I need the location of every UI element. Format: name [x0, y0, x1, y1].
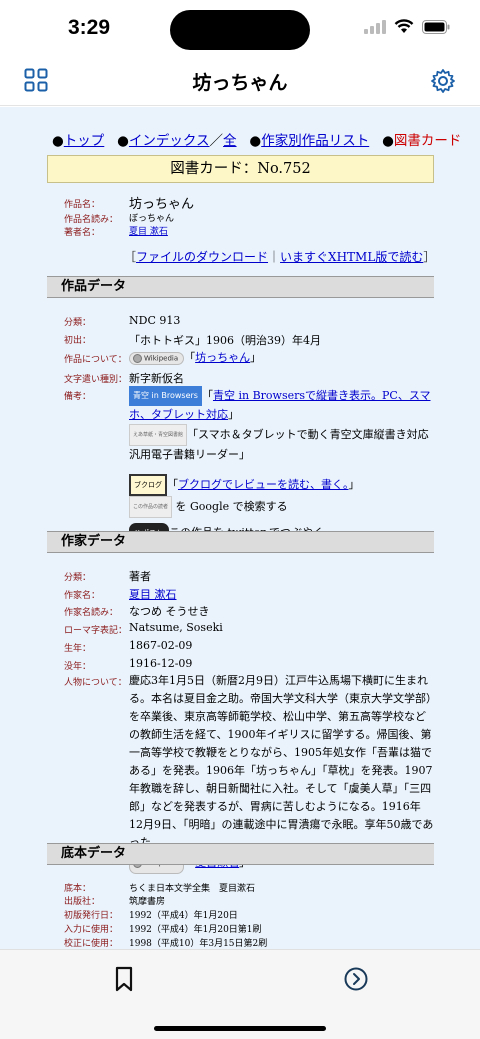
section-author-data: 作家データ — [47, 531, 434, 553]
author-died: 1916-12-09 — [129, 657, 193, 670]
forward-circle-icon — [344, 967, 368, 991]
current-page: 図書カード — [393, 133, 462, 149]
work-class: NDC 913 — [129, 314, 181, 327]
label-note: 備考： — [64, 392, 92, 402]
label-title-reading: 作品名読み： — [64, 215, 119, 225]
link-index[interactable]: インデックス — [129, 133, 210, 149]
wifi-icon — [394, 19, 414, 33]
label-born: 生年： — [64, 644, 92, 654]
status-time: 3:29 — [68, 16, 111, 39]
author-roman: Natsume, Soseki — [129, 621, 223, 634]
signal-icon — [364, 19, 386, 34]
section-work-data: 作品データ — [47, 276, 434, 298]
booklog-link[interactable]: ブクログでレビューを読む、書く。 — [178, 478, 349, 491]
gear-icon — [431, 69, 455, 93]
aozora-browsers-badge[interactable]: 青空 in Browsers — [129, 386, 202, 406]
bookmark-icon — [115, 966, 133, 992]
label-publisher: 出版社： — [64, 897, 101, 907]
next-button[interactable] — [343, 966, 369, 992]
dynamic-island — [170, 10, 310, 50]
source-proof: 1998（平成10）年3月15日第2刷 — [129, 939, 268, 949]
label-died: 没年： — [64, 662, 92, 672]
author-bio: 慶応3年1月5日（新暦2月9日）江戸牛込馬場下横町に生まれる。本名は夏目金之助。… — [129, 674, 434, 849]
wikipedia-work-link[interactable]: 坊っちゃん — [195, 351, 250, 364]
web-content: ●トップ ●インデックス／全 ●作家別作品リスト ●図書カード 図書カード：No… — [0, 107, 480, 949]
work-reading: ぼっちゃん — [129, 214, 175, 224]
source-title: ちくま日本文学全集 夏目漱石 — [129, 884, 256, 894]
label-author-name: 作家名： — [64, 591, 101, 601]
download-file-link[interactable]: ファイルのダウンロード — [136, 250, 268, 264]
work-first: 「ホトトギス」1906（明治39）年4月 — [129, 334, 321, 347]
link-author-list[interactable]: 作家別作品リスト — [261, 133, 369, 149]
label-author: 著者名： — [64, 228, 101, 238]
label-bio: 人物について： — [64, 678, 127, 688]
google-search-note: を Google で検索する — [175, 500, 288, 513]
label-author-reading: 作家名読み： — [64, 608, 119, 618]
battery-icon — [422, 19, 450, 34]
google-search-badge[interactable]: この作品の読者 — [129, 496, 173, 518]
author-link[interactable]: 夏目 漱石 — [129, 227, 168, 237]
label-author-class: 分類： — [64, 573, 92, 583]
note-block: 青空 in Browsers 「青空 in Browsersで縦書き表示。PC、ス… — [129, 386, 434, 543]
wikipedia-globe-icon — [133, 353, 142, 363]
label-first: 初出： — [64, 336, 92, 346]
wikipedia-badge[interactable]: Wikipedia — [129, 351, 185, 365]
label-about: 作品について： — [64, 355, 127, 365]
work-kana: 新字新仮名 — [129, 372, 184, 385]
bookmark-button[interactable] — [112, 966, 138, 992]
download-links: ［ファイルのダウンロード｜いますぐXHTML版で読む］ — [124, 250, 436, 264]
reader-badge[interactable]: えあ草紙・青空図書館 — [129, 424, 188, 446]
work-title: 坊っちゃん — [129, 197, 195, 212]
settings-button[interactable] — [430, 68, 458, 96]
label-kana: 文字遣い種別： — [64, 375, 128, 385]
label-first-ed: 初版発行日： — [64, 911, 119, 921]
home-indicator — [154, 1026, 326, 1031]
link-top[interactable]: トップ — [64, 133, 105, 149]
section-source-data: 底本データ — [47, 843, 434, 865]
source-first-ed: 1992（平成4）年1月20日 — [129, 911, 238, 921]
navigation-bar: 坊っちゃん — [0, 58, 480, 106]
source-publisher: 筑摩書房 — [129, 897, 166, 907]
author-reading: なつめ そうせき — [129, 605, 210, 618]
status-icons — [364, 19, 450, 34]
author-class: 著者 — [129, 570, 151, 583]
label-input: 入力に使用： — [64, 925, 119, 935]
label-source: 底本： — [64, 884, 92, 894]
page-title: 坊っちゃん — [192, 72, 288, 94]
card-title: 図書カード：No.752 — [47, 155, 434, 183]
author-born: 1867-02-09 — [129, 639, 193, 652]
label-author-roman: ローマ字表記： — [64, 626, 128, 636]
author-name-link[interactable]: 夏目 漱石 — [129, 588, 177, 601]
link-all[interactable]: 全 — [223, 133, 237, 149]
label-class: 分類： — [64, 318, 92, 328]
label-proof: 校正に使用： — [64, 939, 119, 949]
booklog-badge[interactable]: ブクログ — [129, 474, 167, 496]
source-input: 1992（平成4）年1月20日第1刷 — [129, 925, 262, 935]
breadcrumb: ●トップ ●インデックス／全 ●作家別作品リスト ●図書カード — [52, 133, 462, 149]
status-bar: 3:29 — [0, 0, 480, 58]
label-title: 作品名： — [64, 200, 101, 210]
read-xhtml-link[interactable]: いますぐXHTML版で読む — [280, 250, 423, 264]
